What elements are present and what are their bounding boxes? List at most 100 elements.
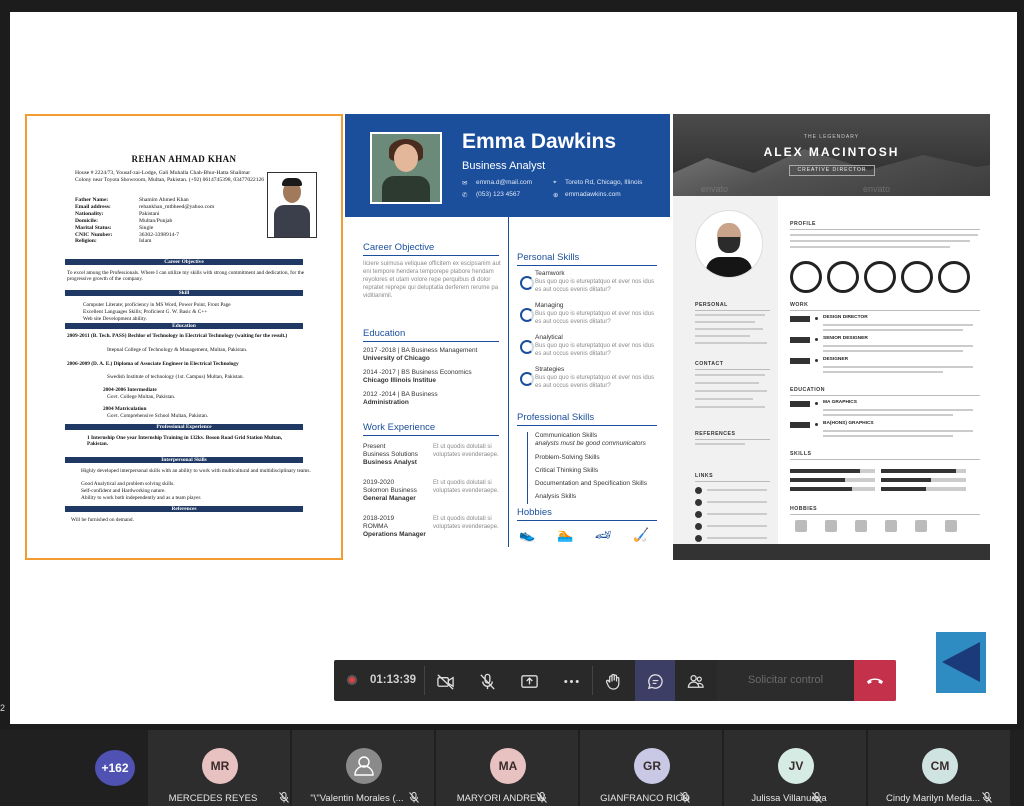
resume-rehan: REHAN AHMAD KHAN House # 2224/73, Yousaf… [25,114,343,560]
divider [695,481,770,482]
references-text: Will be furnished on demand. [71,517,134,523]
hobby-icon [825,520,837,532]
share-screen-button[interactable] [516,668,542,694]
camera-off-button[interactable] [432,668,458,694]
column-divider [508,217,509,547]
participant-tile[interactable]: GR GIANFRANCO RICO [580,730,722,806]
skill-desc: Bus quo quo is etureptatquo et ever nos … [535,375,655,389]
participant-tile[interactable]: MR MERCEDES REYES [148,730,290,806]
section-bar: References [65,506,303,512]
section-title: HOBBIES [790,506,818,512]
person-icon [346,748,382,784]
school-title: MA GRAPHICS [823,400,857,405]
text-line [695,321,755,323]
section-title: CONTACT [695,361,724,367]
skill-ring [520,372,534,386]
participant-tile[interactable]: "\"Valentin Morales (... [292,730,434,806]
raise-hand-button[interactable] [600,668,626,694]
field-row: CNIC Number: 36302-3398914-7 [75,231,180,238]
skill-ring [520,308,534,322]
avatar: JV [778,748,814,784]
resume-footer [673,544,990,560]
interpersonal-item: Good Analytical and problem solving skil… [81,481,175,487]
edu-line: 2006-2009 (D. A. E.) Diploma of Associat… [67,361,239,367]
field-row: Email address: rehankhan_mtbheed@yahoo.co… [75,203,215,210]
more-options-button[interactable] [558,668,584,694]
arrow-left-icon [942,642,980,682]
chat-icon [647,673,663,689]
divider [695,310,770,311]
mic-off-icon [279,792,289,803]
participant-tile[interactable]: MA MARYORI ANDREW [436,730,578,806]
participant-name: MERCEDES REYES [168,793,258,804]
field-row: Domicile: Multan/Punjab [75,217,173,224]
previous-slide-button[interactable] [936,632,986,693]
divider [517,520,657,521]
skill-name: Managing [535,302,564,309]
year-badge [790,337,810,343]
hockey-icon: 🏑 [633,527,650,542]
recording-indicator-icon [347,675,357,685]
section-title: Education [363,328,406,339]
prof-skill-note: analysts must be good communicators [535,440,646,447]
skill-bar [881,469,956,473]
divider [517,425,657,426]
facebook-icon [695,523,702,530]
edu-school: Govt. Comprehensive School Multan, Pakis… [107,413,209,419]
swim-icon: 🏊 [557,527,574,542]
participant-name: GIANFRANCO RICO [600,793,690,804]
work-role: Business Analyst [363,459,417,466]
divider [790,514,980,515]
globe-icon: ⊕ [553,192,559,199]
text-line [695,374,765,376]
year-badge [790,358,810,364]
text-line [695,443,745,445]
skill-bar [881,487,926,491]
avatar: MR [202,748,238,784]
edu-school: University of Chicago [363,355,430,362]
more-participants-button[interactable]: +162 [95,750,135,786]
mic-off-icon [680,792,690,803]
resume-name: REHAN AHMAD KHAN [131,154,237,164]
divider [527,432,528,504]
prof-skill: Problem-Solving Skills [535,454,600,461]
text-line [823,409,973,411]
skill-bar [790,469,860,473]
edu-line: 2004 Matriculation [103,406,147,412]
resume-address: House # 2224/73, Yousaf-zai-Lodge, Gali … [75,170,265,183]
skill-bar [790,487,852,491]
avatar: CM [922,748,958,784]
section-title: WORK [790,302,809,308]
header-tagline: THE LEGENDARY [803,134,860,140]
section-title: Work Experience [363,422,436,433]
resume-sidebar [673,196,778,544]
chat-button[interactable] [642,668,668,694]
divider [790,395,980,396]
text-line [823,324,973,326]
skill-circle [827,261,859,293]
text-line [823,366,973,368]
work-desc: Et ut quodis dolutati si voluptates even… [433,480,499,494]
participants-button[interactable] [682,668,708,694]
text-line [823,435,953,437]
hand-icon [605,673,619,690]
timeline-dot [815,317,818,320]
school-title: BA(HONS) GRAPHICS [823,421,874,426]
participant-tile[interactable]: CM Cindy Marilyn Media... [868,730,1010,806]
hang-up-button[interactable] [854,660,896,701]
work-desc: Et ut quodis dolutati si voluptates even… [433,444,499,458]
camera-off-icon [436,673,454,690]
shoe-icon: 👟 [519,527,536,542]
participant-tile[interactable]: JV Julissa Villanueva [724,730,866,806]
divider [790,310,980,311]
behance-icon [695,487,702,494]
field-row: Father Name: Shamim Ahmed Khan [75,197,189,203]
request-control-button[interactable]: Solicitar control [717,660,854,701]
edu-school: Swedish Institute of technology (1st. Ca… [107,374,244,380]
phone-icon: ✆ [462,192,468,199]
twitter-icon [695,535,702,542]
prof-skill: Communication Skills [535,432,598,439]
mic-off-button[interactable] [474,668,500,694]
shared-screen: REHAN AHMAD KHAN House # 2224/73, Yousaf… [10,12,1017,724]
skill-desc: Bus quo quo is etureptatquo et ever nos … [535,343,655,357]
